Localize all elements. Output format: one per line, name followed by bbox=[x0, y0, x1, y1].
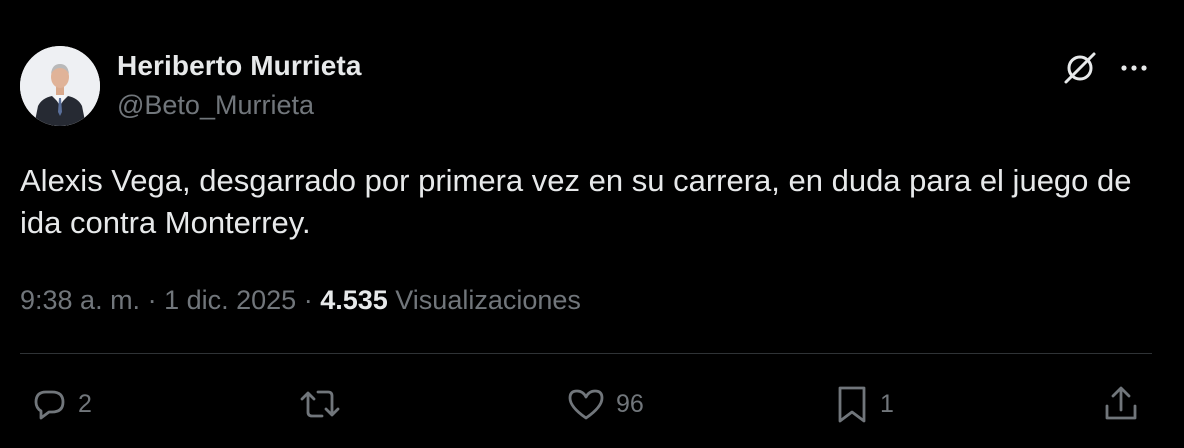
tweet-header: Heriberto Murrieta @Beto_Murrieta bbox=[20, 46, 1164, 126]
bookmark-count: 1 bbox=[880, 389, 894, 418]
bookmark-icon bbox=[834, 384, 870, 424]
avatar[interactable] bbox=[20, 46, 100, 126]
heart-icon bbox=[566, 385, 606, 423]
meta-separator: · bbox=[296, 285, 321, 315]
author-handle[interactable]: @Beto_Murrieta bbox=[117, 90, 314, 121]
tweet-card: Heriberto Murrieta @Beto_Murrieta Alexis… bbox=[0, 0, 1184, 448]
retweet-button[interactable] bbox=[298, 380, 352, 428]
tweet-date[interactable]: 1 dic. 2025 bbox=[164, 285, 296, 315]
reply-button[interactable]: 2 bbox=[30, 380, 92, 428]
views-label: Visualizaciones bbox=[395, 285, 581, 315]
meta-separator: · bbox=[140, 285, 165, 315]
retweet-icon bbox=[298, 385, 342, 423]
share-button[interactable] bbox=[1102, 380, 1140, 428]
share-icon bbox=[1102, 384, 1140, 424]
tweet-text: Alexis Vega, desgarrado por primera vez … bbox=[20, 163, 1132, 240]
action-bar: 2 96 1 bbox=[0, 380, 1184, 428]
grok-icon[interactable] bbox=[1060, 48, 1100, 88]
tweet-time[interactable]: 9:38 a. m. bbox=[20, 285, 140, 315]
views-count: 4.535 bbox=[320, 285, 388, 315]
reply-icon bbox=[30, 385, 68, 423]
like-button[interactable]: 96 bbox=[566, 380, 644, 428]
reply-count: 2 bbox=[78, 389, 92, 418]
more-icon[interactable] bbox=[1116, 54, 1152, 82]
like-count: 96 bbox=[616, 389, 644, 418]
tweet-meta: 9:38 a. m. · 1 dic. 2025 · 4.535 Visuali… bbox=[20, 285, 581, 316]
author-name[interactable]: Heriberto Murrieta bbox=[117, 50, 362, 82]
divider bbox=[20, 353, 1152, 354]
bookmark-button[interactable]: 1 bbox=[834, 380, 894, 428]
